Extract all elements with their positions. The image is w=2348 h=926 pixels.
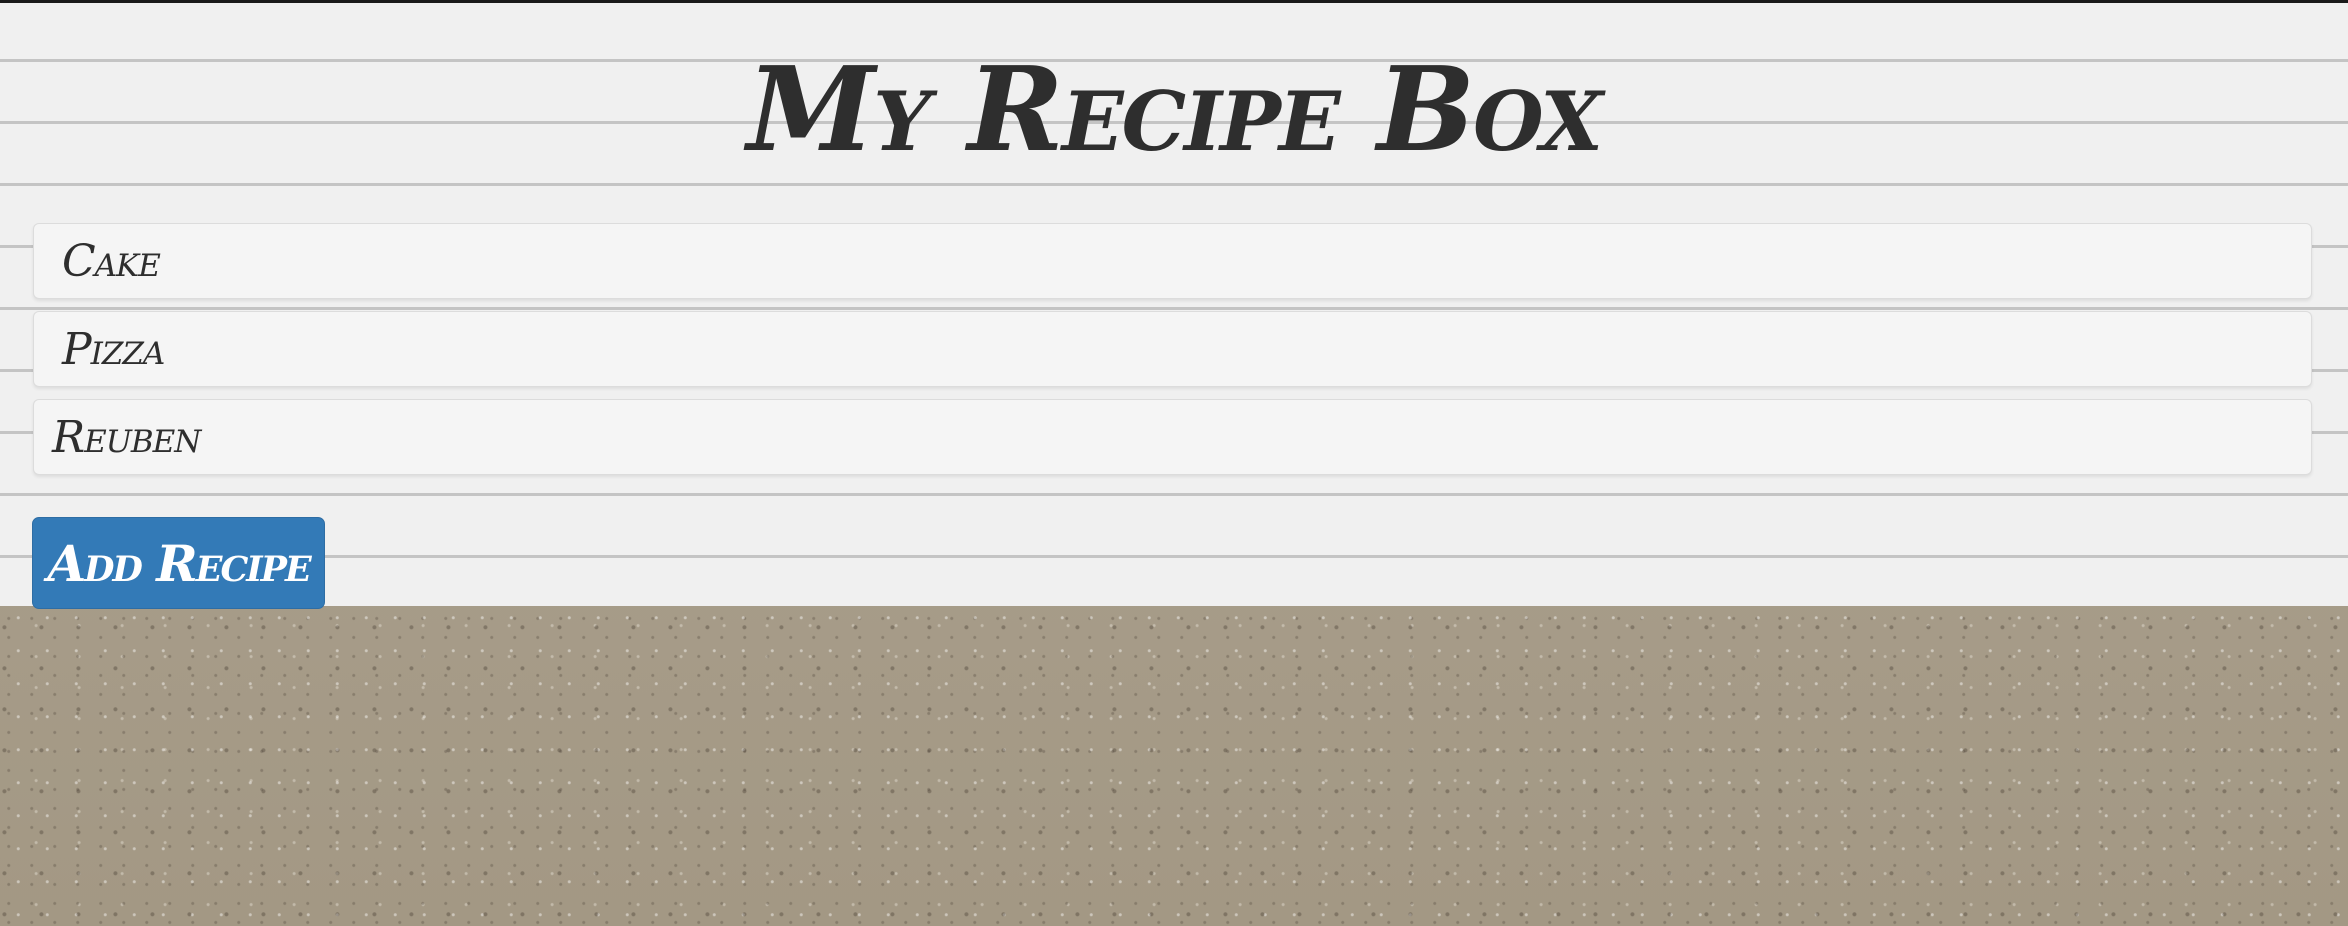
recipe-item-label: Cake — [62, 235, 161, 287]
recipe-item-pizza[interactable]: Pizza — [33, 311, 2312, 387]
recipe-item-label: Pizza — [62, 323, 165, 375]
add-recipe-button[interactable]: Add Recipe — [32, 517, 325, 609]
page-title: My Recipe Box — [746, 42, 1603, 178]
recipe-list: Cake Pizza Reuben — [33, 223, 2312, 487]
recipe-item-reuben[interactable]: Reuben — [33, 399, 2312, 475]
recipe-box-paper: My Recipe Box Cake Pizza Reuben Add Reci… — [0, 0, 2348, 609]
recipe-item-cake[interactable]: Cake — [33, 223, 2312, 299]
recipe-item-label: Reuben — [52, 411, 201, 463]
